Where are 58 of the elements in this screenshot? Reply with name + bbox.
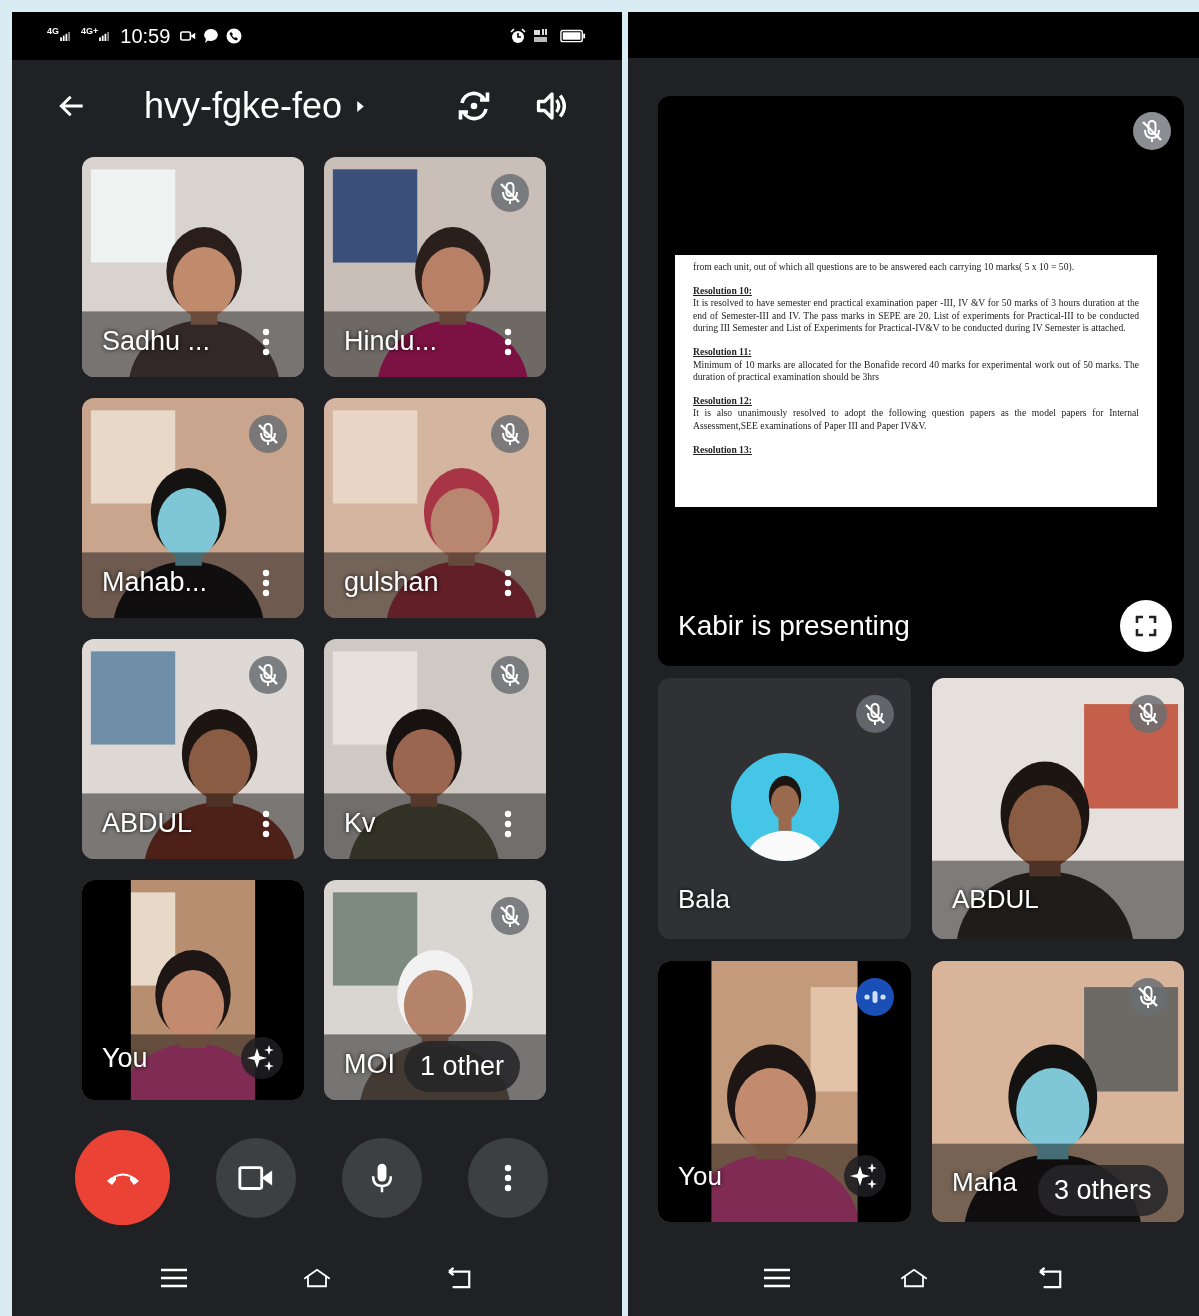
participant-name: Mahab... xyxy=(102,567,208,598)
participant-tile[interactable]: ABDUL xyxy=(932,678,1184,939)
caret-icon[interactable] xyxy=(356,99,366,113)
fullscreen-icon xyxy=(1134,614,1158,638)
menu-icon[interactable] xyxy=(761,1266,792,1290)
participant-tile[interactable]: Maha 3 others xyxy=(932,961,1184,1222)
battery-icon xyxy=(560,29,586,43)
chat-bubble-icon xyxy=(203,28,220,44)
signal-icon xyxy=(99,31,111,41)
document-paragraph: It is resolved to have semester end practical examination paper -III, IV &V for 50 marks of 3 hours duration at the end of Semester-III and IV. The pass marks in SEPE are 20. List of experiments for Practical-III to be conducted during III Semester and List of Experiments for Practical-IV&V to be conducted during IV Semester is attached. xyxy=(693,297,1139,335)
status-time: 10:59 xyxy=(120,24,171,48)
presenting-caption: Kabir is presenting xyxy=(678,610,910,642)
network-label: 4G+ xyxy=(81,26,99,36)
document-paragraph: It is also unanimously resolved to adopt the following question papers as the model papers for Internal Assessment,SEE examinations of Paper III and Paper IV&V. xyxy=(693,407,1139,433)
participant-name: Sadhu ... xyxy=(102,326,211,357)
more-options-icon[interactable] xyxy=(262,809,270,838)
document-heading: Resolution 10: xyxy=(693,284,753,298)
menu-icon[interactable] xyxy=(158,1266,189,1290)
participant-tile[interactable]: MOI 1 other xyxy=(324,880,546,1100)
participant-name: MOI xyxy=(344,1049,395,1080)
more-options-icon[interactable] xyxy=(262,568,270,597)
alarm-icon xyxy=(510,28,526,44)
more-options-icon[interactable] xyxy=(504,568,512,597)
document-heading: Resolution 13: xyxy=(693,443,753,457)
more-options-icon[interactable] xyxy=(262,327,270,356)
volte-signal-icon xyxy=(533,28,549,44)
home-icon[interactable] xyxy=(302,1266,332,1290)
more-options-icon xyxy=(503,1162,513,1193)
participant-tile[interactable]: gulshan xyxy=(324,398,546,618)
others-count[interactable]: 3 others xyxy=(1038,1165,1168,1216)
participant-name: gulshan xyxy=(344,567,439,598)
participant-tile[interactable]: You xyxy=(658,961,911,1222)
participant-name: Bala xyxy=(678,884,731,915)
document-heading: Resolution 12: xyxy=(693,394,753,408)
sparkle-effects-icon[interactable] xyxy=(240,1036,284,1080)
others-count[interactable]: 1 other xyxy=(404,1041,521,1092)
sparkle-effects-icon[interactable] xyxy=(843,1154,887,1198)
participant-tile[interactable]: Mahab... xyxy=(82,398,304,618)
home-icon[interactable] xyxy=(898,1266,929,1290)
participant-name: ABDUL xyxy=(952,884,1039,915)
participant-tile[interactable]: Bala xyxy=(658,678,911,939)
network-label: 4G xyxy=(47,26,59,36)
phone-bubble-icon xyxy=(226,28,243,44)
fullscreen-button[interactable] xyxy=(1120,600,1172,652)
more-options-icon[interactable] xyxy=(504,327,512,356)
document-heading: Resolution 11: xyxy=(693,345,753,359)
participant-tile[interactable]: Sadhu ... xyxy=(82,157,304,377)
meeting-title[interactable]: hvy-fgke-feo xyxy=(144,85,343,127)
participant-name: You xyxy=(678,1160,722,1192)
signal-icon xyxy=(60,31,71,41)
participant-name: You xyxy=(102,1042,148,1074)
participant-name: Kv xyxy=(344,808,376,839)
participant-tile[interactable]: Kv xyxy=(324,639,546,859)
participant-name: Maha xyxy=(952,1167,1018,1198)
document-paragraph: from each unit, out of which all questions are to be answered each carrying 10 marks( 5 x 10 = 50). xyxy=(693,261,1076,274)
document-paragraph: Minimum of 10 marks are allocated for the Bonafide record 40 marks for experimental work out of 50 marks. The duration of practical examination should be 3hrs xyxy=(693,358,1139,384)
participant-tile[interactable]: You xyxy=(82,880,304,1100)
video-camera-icon xyxy=(180,28,197,44)
